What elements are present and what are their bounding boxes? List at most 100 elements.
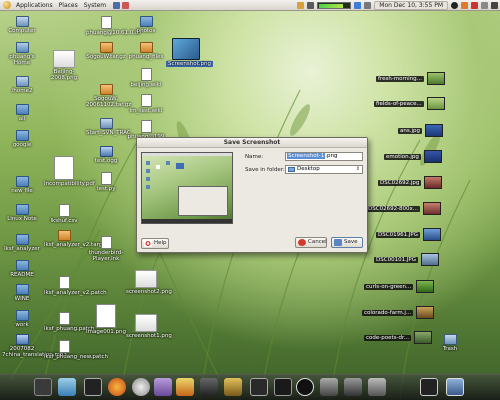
screen-icon[interactable] xyxy=(420,378,438,396)
menu-applications[interactable]: Applications xyxy=(13,2,56,9)
calc-icon[interactable] xyxy=(200,378,218,396)
bluetooth-icon[interactable] xyxy=(354,2,362,9)
archive-icon xyxy=(57,230,71,241)
camera-icon[interactable] xyxy=(368,378,386,396)
help-button[interactable]: Help xyxy=(141,238,169,249)
desktop-icon-image001[interactable]: Image001.png xyxy=(86,304,126,335)
desktop-icon-home[interactable]: phuang's Home xyxy=(2,42,42,66)
desktop-icon-pdf[interactable]: Incompatibility.pdf xyxy=(44,156,95,187)
desktop-icon-phuang-files[interactable]: phuang_files xyxy=(126,42,166,60)
app-icon[interactable] xyxy=(34,378,52,396)
desktop-icon-screenshot-selected[interactable]: Screenshot.png xyxy=(166,38,213,67)
desktop-icon-im-wiki[interactable]: im_test.wiki xyxy=(126,94,166,114)
desktop-icon-computer[interactable]: Computer xyxy=(2,16,42,34)
network-icon xyxy=(140,120,152,133)
desktop-icon-ogg[interactable]: test.ogg xyxy=(86,146,126,164)
terminal-icon[interactable] xyxy=(274,378,292,396)
desktop-icon-mp3[interactable]: 2007082 7china_translation.mp3 xyxy=(2,334,67,358)
desktop-icon-wine[interactable]: WINE xyxy=(2,284,42,302)
thumb-item[interactable]: code-poets-dr... xyxy=(364,331,432,344)
desktop-icon-lnk[interactable]: thunderbird-Player.lnk xyxy=(86,236,126,262)
launcher-icon[interactable] xyxy=(113,1,121,9)
desktop-icon-svn[interactable]: Start_SVN_TRAC xyxy=(86,118,131,136)
home-icon xyxy=(15,42,29,53)
menu-system[interactable]: System xyxy=(81,2,109,9)
firefox-icon[interactable] xyxy=(461,2,468,9)
desktop-icon-google[interactable]: google xyxy=(2,130,42,148)
cpu-meter xyxy=(317,2,352,9)
monitor-icon[interactable] xyxy=(250,378,268,396)
help-icon xyxy=(144,240,152,247)
screenshot-icon[interactable] xyxy=(446,378,464,396)
image-thumbnail-icon xyxy=(424,176,443,189)
thumb-item[interactable]: curls-on-green... xyxy=(364,280,435,293)
thumb-item[interactable]: ans.jpg xyxy=(398,124,443,137)
desktop-icon-patch2[interactable]: lksf_phuang.patch xyxy=(44,312,94,332)
thumb-item[interactable]: fields-of-peace... xyxy=(374,97,445,110)
desktop-icon-patch1[interactable]: lksf_analyzer_v2.patch xyxy=(44,276,107,296)
folder-icon xyxy=(15,176,29,187)
folder-select[interactable]: Desktop ⇕ xyxy=(285,165,363,174)
desktop-icon-photos[interactable]: photos xyxy=(126,16,166,34)
image-thumbnail-icon xyxy=(424,124,443,137)
desktop-icon-beijing-wiki[interactable]: beijing.wiki xyxy=(126,68,166,88)
drive-icon xyxy=(15,76,29,87)
save-button[interactable]: Save xyxy=(331,237,363,248)
desktop-icon-home2[interactable]: /home2 xyxy=(2,76,42,94)
thumb-item[interactable]: colorado-farm.j... xyxy=(362,306,435,319)
battery-icon[interactable] xyxy=(481,2,488,9)
firefox-icon[interactable] xyxy=(108,378,126,396)
document-icon xyxy=(100,236,112,249)
music-file-icon xyxy=(99,146,113,157)
save-icon xyxy=(334,239,342,246)
dialog-title[interactable]: Save Screenshot xyxy=(137,138,367,148)
desktop-icon-new-file[interactable]: new file xyxy=(2,176,42,194)
desktop-icon-patch3[interactable]: lksf_phuang_new.patch xyxy=(44,340,108,360)
thumb-item[interactable]: DSC02692-800x... xyxy=(366,202,442,215)
thumb-item[interactable]: DSC01961.JPG xyxy=(376,228,442,241)
launcher-icon[interactable] xyxy=(122,1,130,9)
power-icon[interactable] xyxy=(491,2,498,9)
thumb-item[interactable]: DSC00101.JPG xyxy=(374,253,440,266)
app-icon[interactable] xyxy=(344,378,362,396)
settings-icon[interactable] xyxy=(176,378,194,396)
desktop-icon-sogouw2[interactable]: SogouW. 20061102.tar.gz xyxy=(86,84,131,108)
desktop-icon-lksf-analyzer[interactable]: lksf_analyzer xyxy=(2,234,42,252)
terminal-icon[interactable] xyxy=(84,378,102,396)
thumb-item[interactable]: fresh-morning... xyxy=(376,72,445,85)
browser-icon[interactable] xyxy=(58,378,76,396)
folder-icon xyxy=(15,104,29,115)
chat-icon[interactable] xyxy=(154,378,172,396)
cancel-button[interactable]: Cancel xyxy=(295,237,327,248)
update-icon[interactable] xyxy=(471,2,478,9)
clock[interactable]: Mon Dec 10, 3:55 PM xyxy=(374,1,448,10)
desktop-icon-py[interactable]: test.py xyxy=(86,172,126,192)
screenshot-preview[interactable] xyxy=(141,152,233,224)
thumb-item[interactable]: emotion.jpg xyxy=(384,150,442,163)
desktop-icon-work[interactable]: work xyxy=(2,310,42,328)
network-icon[interactable] xyxy=(307,2,315,9)
notification-icon[interactable] xyxy=(297,2,305,9)
desktop-icon-screenshot2[interactable]: screenshot2.png xyxy=(126,270,172,295)
desktop-icon-ssh1[interactable]: phuang@10.61.0.87 xyxy=(86,16,142,36)
desktop-icon-targz[interactable]: lksf_analyzer_v2.targz xyxy=(44,230,105,248)
status-icon[interactable] xyxy=(451,2,458,9)
folder-icon xyxy=(15,260,29,271)
desktop-icon-beijing-png[interactable]: Beijing-2008.png xyxy=(44,50,84,81)
clock-icon[interactable] xyxy=(132,378,150,396)
desktop-icon-all[interactable]: all xyxy=(2,104,42,122)
pencil-icon[interactable] xyxy=(224,378,242,396)
volume-icon[interactable] xyxy=(364,2,372,9)
filename-input[interactable]: Screenshot-1.png xyxy=(285,152,363,161)
amazon-icon[interactable] xyxy=(296,378,314,396)
desktop-icon-linux-note[interactable]: Linux Note xyxy=(2,204,42,222)
menu-places[interactable]: Places xyxy=(56,2,81,9)
desktop-icon-sogouw[interactable]: SogouW.tar.gz xyxy=(86,42,126,60)
desktop-icon-readme[interactable]: README xyxy=(2,260,42,278)
desktop-icon-screenshot1[interactable]: screenshot1.png xyxy=(126,314,172,339)
desktop-icon-trash[interactable]: Trash xyxy=(430,334,470,352)
thumb-item[interactable]: DSC02692.jpg xyxy=(378,176,443,189)
camera-icon[interactable] xyxy=(320,378,338,396)
gnome-logo-icon[interactable] xyxy=(3,1,11,9)
desktop-icon-csv[interactable]: lkshuf.csv xyxy=(44,204,84,224)
